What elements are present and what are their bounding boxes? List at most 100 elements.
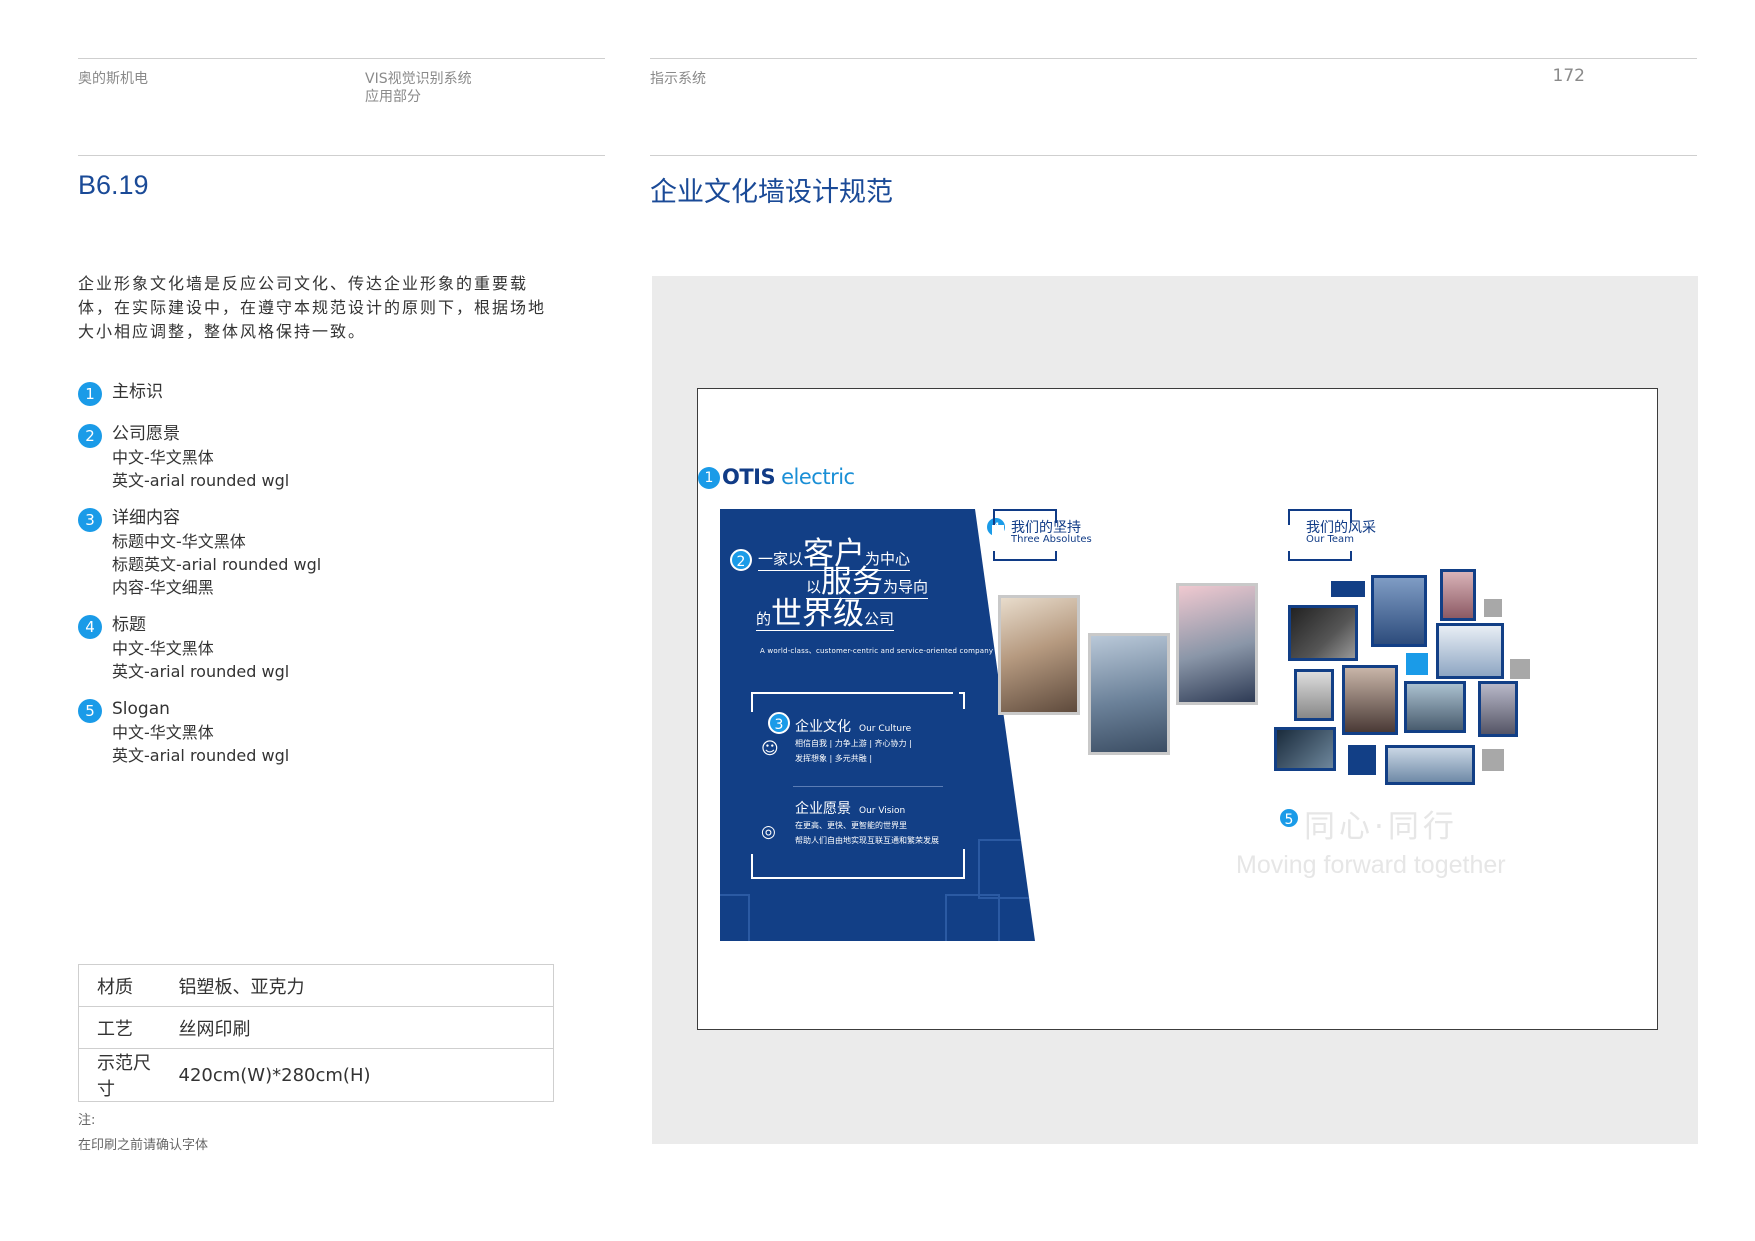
print-note: 注: 在印刷之前请确认字体	[78, 1108, 208, 1158]
legend-number-4: 4	[78, 615, 102, 639]
vision-text-line: 帮助人们自由地实现互联互通和繁荣发展	[795, 836, 939, 845]
vision-badge: 2	[730, 549, 752, 571]
legend-item-5: 5 Slogan 中文-华文黑体 英文-arial rounded wgl	[78, 697, 498, 767]
section-title: 企业文化墙设计规范	[650, 177, 893, 208]
box-gap	[938, 709, 978, 849]
vision-text: 一家以	[758, 550, 804, 568]
box-gap	[992, 525, 1004, 551]
legend-item-2: 2 公司愿景 中文-华文黑体 英文-arial rounded wgl	[78, 422, 498, 492]
decor-square-blue	[1406, 653, 1428, 675]
team-photo	[1294, 669, 1334, 721]
team-photo	[1404, 681, 1466, 733]
legend-line: 内容-华文细黑	[112, 578, 214, 597]
people-icon: ☺	[761, 739, 779, 759]
slogan-cn: 同心·同行	[1304, 809, 1458, 845]
culture-badge: 3	[768, 712, 790, 734]
legend-number-2: 2	[78, 424, 102, 448]
vision-english: A world-class、customer-centric and servi…	[760, 647, 994, 655]
team-title-en: Our Team	[1306, 534, 1354, 545]
team-photo	[1478, 681, 1518, 737]
section-code: B6.19	[78, 170, 149, 200]
spec-key: 示范尺寸	[78, 1048, 179, 1102]
target-icon: ◎	[761, 822, 776, 842]
vision-text: 服务	[821, 564, 884, 600]
slogan-badge: 5	[1278, 807, 1300, 829]
legend-title: 标题	[112, 615, 146, 635]
legend-title: Slogan	[112, 699, 170, 719]
legend-line: 英文-arial rounded wgl	[112, 662, 290, 681]
spec-value: 丝网印刷	[178, 1006, 554, 1049]
legend-title: 公司愿景	[112, 424, 180, 444]
poster-image	[1088, 633, 1170, 755]
poster-photo	[1001, 598, 1077, 712]
spec-value: 420cm(W)*280cm(H)	[178, 1048, 554, 1102]
header-doc-title-1: VIS视觉识别系统	[365, 71, 472, 87]
otis-electric-logo: OTIS electric	[722, 465, 855, 489]
spec-key: 材质	[78, 964, 179, 1007]
box-gap	[953, 691, 959, 697]
vision-text: 为导向	[883, 578, 929, 596]
table-row: 工艺 丝网印刷	[78, 1006, 554, 1049]
slogan-en: Moving forward together	[1236, 851, 1506, 879]
poster-image	[1176, 583, 1258, 705]
culture-box: 3 企业文化 Our Culture ☺ 相信自我 | 力争上游 | 齐心协力 |…	[750, 691, 978, 879]
header-rule-left	[78, 58, 605, 59]
spec-value: 铝塑板、亚克力	[178, 964, 554, 1007]
box-gap	[1287, 525, 1297, 551]
vision-line-3: 的世界级公司	[756, 596, 895, 632]
legend-line: 标题英文-arial rounded wgl	[112, 555, 322, 574]
logo-badge: 1	[698, 467, 720, 489]
header-rule-right	[650, 58, 1697, 59]
decor-square-navy	[1348, 745, 1376, 775]
vision-culture-panel: 2 一家以客户为中心 以服务为导向 的世界级公司 A world-class、c…	[720, 509, 1035, 941]
legend-line: 英文-arial rounded wgl	[112, 471, 290, 490]
vision-text: 在更高、更快、更智能的世界里 帮助人们自由地实现互联互通和繁荣发展	[795, 818, 939, 848]
legend-item-3: 3 详细内容 标题中文-华文黑体 标题英文-arial rounded wgl …	[78, 506, 498, 599]
team-photo	[1288, 605, 1358, 661]
note-text: 在印刷之前请确认字体	[78, 1138, 209, 1153]
vision-title-en: Our Vision	[859, 806, 906, 816]
decor-square-gray	[1482, 749, 1504, 771]
vision-title-cn: 企业愿景	[795, 801, 851, 817]
vision-text: 以	[806, 578, 822, 596]
decor-square-gray	[1484, 599, 1502, 617]
poster-photo	[1179, 586, 1255, 702]
legend-number-5: 5	[78, 699, 102, 723]
box-gap	[750, 712, 756, 854]
vision-text: 世界级	[771, 596, 865, 632]
legend-line: 中文-华文黑体	[112, 448, 214, 467]
table-row: 材质 铝塑板、亚克力	[78, 964, 554, 1007]
culture-text: 相信自我 | 力争上游 | 齐心协力 | 发挥想象 | 多元共融 |	[795, 736, 912, 766]
legend-title: 详细内容	[112, 508, 180, 528]
legend-number-1: 1	[78, 382, 102, 406]
decor-square-navy	[1331, 581, 1365, 597]
team-photo	[1436, 623, 1504, 679]
culture-divider	[793, 786, 943, 787]
legend-title: 主标识	[112, 382, 163, 402]
team-photo	[1342, 665, 1398, 735]
team-photo	[1274, 727, 1336, 771]
absolutes-title-en: Three Absolutes	[1011, 534, 1092, 545]
section-rule-right	[650, 155, 1697, 156]
culture-title-en: Our Culture	[859, 724, 912, 734]
intro-paragraph: 企业形象文化墙是反应公司文化、传达企业形象的重要载体，在实际建设中，在遵守本规范…	[78, 274, 547, 341]
logo-brand: OTIS	[722, 465, 776, 489]
team-photo	[1371, 575, 1427, 647]
header-doc-title: VIS视觉识别系统 应用部分	[365, 70, 472, 106]
header-doc-title-2: 应用部分	[365, 89, 421, 105]
spec-table: 材质 铝塑板、亚克力 工艺 丝网印刷 示范尺寸 420cm(W)*280cm(H…	[78, 964, 554, 1102]
legend-list: 1 主标识 2 公司愿景 中文-华文黑体 英文-arial rounded wg…	[78, 380, 498, 781]
poster-image	[998, 595, 1080, 715]
culture-title-cn: 企业文化	[795, 719, 851, 735]
table-row: 示范尺寸 420cm(W)*280cm(H)	[78, 1048, 554, 1102]
header-section: 指示系统	[650, 71, 706, 87]
culture-wall-mockup: 1 OTIS electric 2 一家以客户为中心 以服务为导向 的世界级公司 …	[697, 388, 1658, 1030]
section-rule-left	[78, 155, 605, 156]
note-label: 注:	[78, 1113, 96, 1128]
legend-number-3: 3	[78, 508, 102, 532]
vision-text: 的	[756, 610, 772, 628]
decor-square	[720, 894, 750, 941]
logo-suffix: electric	[781, 465, 855, 489]
header-brand: 奥的斯机电	[78, 71, 148, 87]
culture-text-line: 相信自我 | 力争上游 | 齐心协力 |	[795, 739, 912, 748]
